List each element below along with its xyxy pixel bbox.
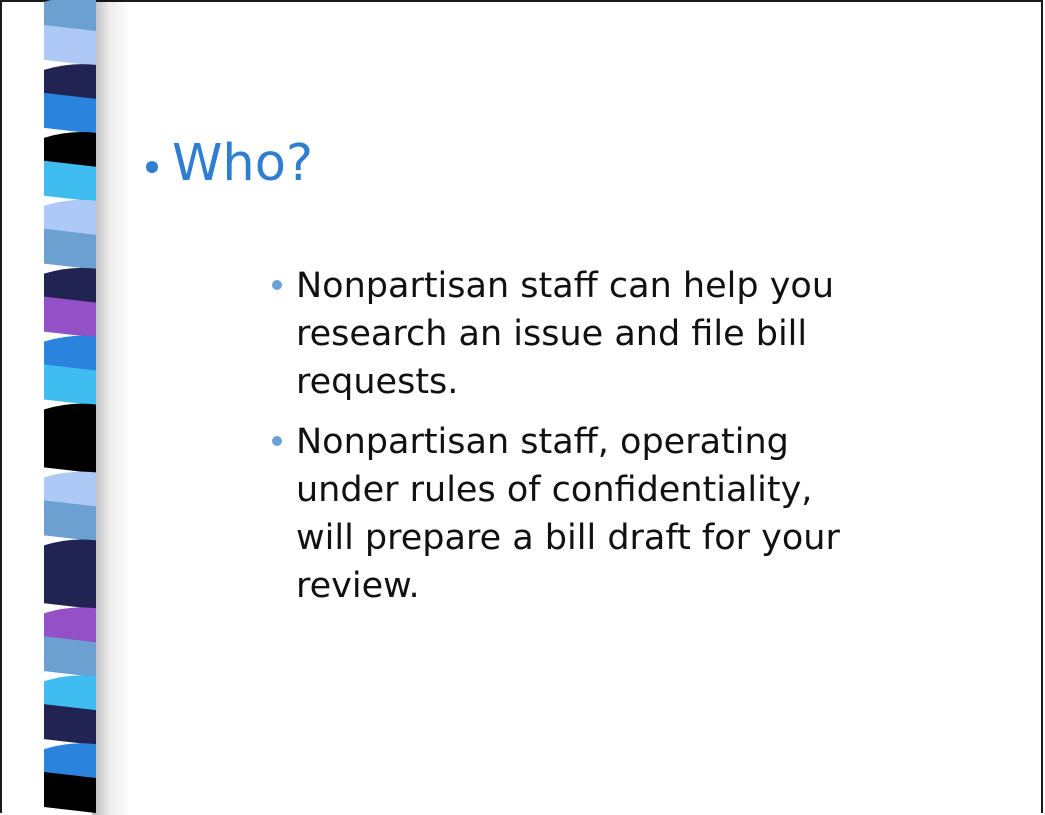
stripe-segment: [44, 24, 96, 66]
bullet-dot-icon: [272, 436, 282, 446]
stripe-segment: [44, 432, 96, 474]
stripe-segment: [44, 228, 96, 270]
stripe-segment: [44, 296, 96, 338]
bullet-line: Nonpartisan staff, operating: [296, 422, 789, 462]
decorative-stripe-band: [44, 0, 96, 813]
slide-title: Who?: [172, 134, 314, 193]
stripe-segment: [44, 160, 96, 202]
bullet-line: will prepare a bill draft for your: [296, 518, 840, 558]
bullet-item: Nonpartisan staff, operating under rules…: [270, 418, 990, 610]
bullet-line: review.: [296, 566, 420, 606]
stripe-segment: [44, 568, 96, 610]
title-bullet-icon: [146, 160, 158, 173]
stripe-segment: [44, 704, 96, 746]
stripe-segment: [44, 500, 96, 542]
stripe-segment: [44, 772, 96, 813]
bullet-item: Nonpartisan staff can help you research …: [270, 262, 990, 406]
stripe-segment: [44, 92, 96, 134]
title-row: Who?: [146, 138, 313, 189]
bullet-list: Nonpartisan staff can help you research …: [270, 262, 990, 622]
bullet-line: research an issue and file bill: [296, 314, 808, 354]
bullet-line: Nonpartisan staff can help you: [296, 266, 835, 306]
stripe-segment: [44, 636, 96, 678]
stripe-segment: [44, 364, 96, 406]
bullet-line: under rules of confidentiality,: [296, 470, 813, 510]
bullet-dot-icon: [272, 280, 282, 290]
slide: Who? Nonpartisan staff can help you rese…: [0, 0, 1045, 815]
bullet-line: requests.: [296, 362, 459, 402]
